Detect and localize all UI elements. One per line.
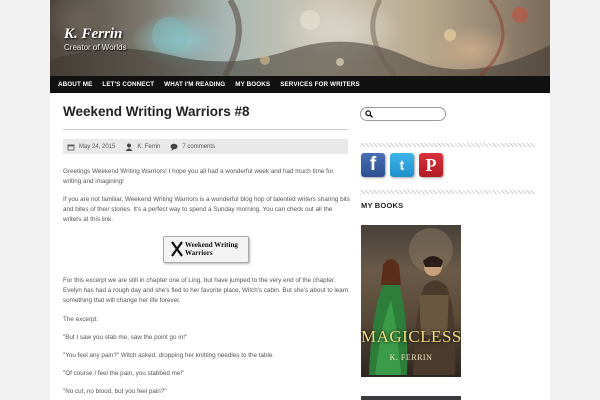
nav-item-services-for-writers[interactable]: SERVICES FOR WRITERS <box>275 81 365 88</box>
widget-divider <box>360 143 535 147</box>
calendar-icon <box>67 144 75 150</box>
title-divider <box>63 129 348 130</box>
post-meta: May 24, 2015 K. Ferrin 7 comments <box>63 139 348 154</box>
book-cover-magicless[interactable]: MAGICLESS K. FERRIN <box>361 225 461 377</box>
nav-item-about-me[interactable]: ABOUT ME <box>54 81 97 88</box>
search-input[interactable] <box>374 109 442 119</box>
book-author: K. FERRIN <box>389 353 433 362</box>
widget-divider <box>360 190 535 194</box>
post-date: May 24, 2015 <box>79 143 116 150</box>
site-title[interactable]: K. Ferrin <box>64 26 122 43</box>
pinterest-button[interactable]: P <box>419 153 443 177</box>
post-author[interactable]: K. Ferrin <box>137 144 160 150</box>
post-paragraph: The excerpt: <box>63 316 98 323</box>
twitter-icon: t <box>399 157 405 173</box>
search-icon <box>365 110 373 118</box>
nav-item-what-im-reading[interactable]: WHAT I'M READING <box>159 81 230 88</box>
quill-icon <box>171 241 183 257</box>
facebook-button[interactable]: f <box>361 153 385 177</box>
author-icon <box>125 143 133 151</box>
book-title: MAGICLESS <box>361 327 461 346</box>
header-banner: K. Ferrin Creator of Worlds <box>50 0 550 76</box>
badge-label: Weekend Writing Warriors <box>185 241 238 257</box>
my-books-heading: MY BOOKS <box>361 201 404 210</box>
post-paragraph: "You feel any pain?" Witch asked, droppi… <box>63 352 275 359</box>
post-paragraph: Greetings Weekend Writing Warriors! I ho… <box>63 168 334 185</box>
weekend-writing-warriors-badge[interactable]: Weekend Writing Warriors <box>163 236 249 263</box>
nav-item-my-books[interactable]: MY BOOKS <box>230 81 275 88</box>
facebook-icon: f <box>369 154 377 175</box>
post-paragraph: "No cut, no blood, but you feel pain?" <box>63 388 167 395</box>
banner-artwork <box>50 0 550 76</box>
pinterest-icon: P <box>425 155 437 175</box>
post-paragraph: For this excerpt we are still in chapter… <box>63 277 349 304</box>
post-title[interactable]: Weekend Writing Warriors #8 <box>63 104 250 119</box>
search-box[interactable] <box>360 107 446 121</box>
comment-icon <box>170 143 178 151</box>
page-wrapper: K. Ferrin Creator of Worlds ABOUT ME LET… <box>50 0 550 400</box>
nav-item-lets-connect[interactable]: LET'S CONNECT <box>97 81 159 88</box>
site-tagline: Creator of Worlds <box>64 43 127 52</box>
post-paragraph: If you are not familiar, Weekend Writing… <box>63 196 350 223</box>
book-cover-second[interactable] <box>361 396 461 400</box>
twitter-button[interactable]: t <box>390 153 414 177</box>
post-paragraph: "Of course I feel the pain, you stabbed … <box>63 370 185 377</box>
main-navigation: ABOUT ME LET'S CONNECT WHAT I'M READING … <box>50 76 550 93</box>
post-comments-link[interactable]: 7 comments <box>182 144 215 150</box>
post-paragraph: "But I saw you stab me, saw the point go… <box>63 334 188 341</box>
